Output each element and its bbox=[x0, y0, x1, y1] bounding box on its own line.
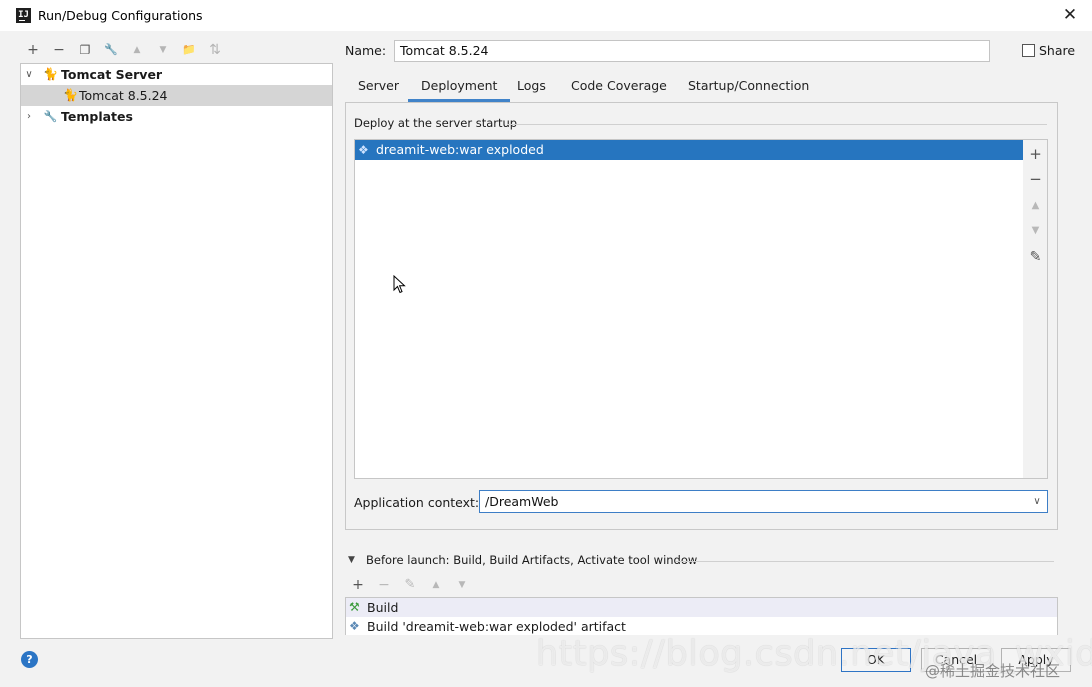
artifact-icon: ❖ bbox=[349, 619, 360, 633]
tab-logs[interactable]: Logs bbox=[504, 70, 559, 102]
tab-code-coverage[interactable]: Code Coverage bbox=[558, 70, 680, 102]
edit-artifact-button[interactable]: ✎ bbox=[1023, 247, 1048, 267]
list-item-label: Build 'dreamit-web:war exploded' artifac… bbox=[367, 619, 626, 634]
group-divider bbox=[676, 561, 1054, 562]
before-launch-list: ⚒ Build ❖ Build 'dreamit-web:war explode… bbox=[345, 597, 1058, 635]
copy-configuration-button[interactable]: ❐ bbox=[76, 41, 94, 59]
help-button[interactable]: ? bbox=[21, 651, 38, 668]
remove-configuration-button[interactable]: − bbox=[50, 41, 68, 59]
move-up-button[interactable]: ▲ bbox=[128, 41, 146, 59]
sort-button[interactable]: ⇅ bbox=[206, 41, 224, 59]
move-down-artifact-button[interactable]: ▼ bbox=[1023, 221, 1048, 241]
configuration-tree: ∨ 🐈 Tomcat Server 🐈 Tomcat 8.5.24 › 🔧 Te… bbox=[20, 63, 333, 639]
before-launch-title: Before launch: Build, Build Artifacts, A… bbox=[366, 553, 698, 567]
list-item-artifact[interactable]: ❖ dreamit-web:war exploded bbox=[355, 140, 1023, 160]
tab-server[interactable]: Server bbox=[345, 70, 412, 102]
tree-item-label: Templates bbox=[61, 109, 133, 124]
edit-task-button[interactable]: ✎ bbox=[401, 576, 419, 594]
edit-defaults-button[interactable]: 🔧 bbox=[102, 41, 120, 59]
list-item-build[interactable]: ⚒ Build bbox=[346, 598, 1057, 617]
app-context-label: Application context: bbox=[354, 495, 480, 510]
move-up-artifact-button[interactable]: ▲ bbox=[1023, 196, 1048, 216]
group-divider bbox=[507, 124, 1047, 125]
app-context-combobox[interactable]: /DreamWeb bbox=[479, 490, 1048, 513]
mouse-cursor-icon bbox=[393, 275, 406, 294]
tree-item-tomcat-server[interactable]: ∨ 🐈 Tomcat Server bbox=[21, 64, 332, 85]
add-configuration-button[interactable]: + bbox=[24, 41, 42, 59]
tab-startup-connection[interactable]: Startup/Connection bbox=[675, 70, 822, 102]
share-checkbox[interactable] bbox=[1022, 44, 1035, 57]
tomcat-icon: 🐈 bbox=[63, 88, 78, 102]
tree-item-templates[interactable]: › 🔧 Templates bbox=[21, 106, 332, 127]
list-item-label: dreamit-web:war exploded bbox=[376, 142, 544, 157]
window-title: Run/Debug Configurations bbox=[38, 8, 203, 23]
remove-artifact-button[interactable]: − bbox=[1023, 169, 1048, 189]
hammer-icon: ⚒ bbox=[349, 600, 360, 614]
list-item-build-artifact[interactable]: ❖ Build 'dreamit-web:war exploded' artif… bbox=[346, 617, 1057, 635]
move-down-task-button[interactable]: ▼ bbox=[453, 576, 471, 594]
move-down-button[interactable]: ▼ bbox=[154, 41, 172, 59]
close-window-button[interactable]: ✕ bbox=[1060, 4, 1080, 26]
watermark-site: @稀土掘金技术社区 bbox=[925, 662, 1061, 680]
move-up-task-button[interactable]: ▲ bbox=[427, 576, 445, 594]
remove-task-button[interactable]: − bbox=[375, 576, 393, 594]
chevron-down-icon[interactable]: ∨ bbox=[1030, 491, 1044, 512]
tree-item-label: Tomcat 8.5.24 bbox=[79, 88, 168, 103]
name-label: Name: bbox=[345, 43, 387, 58]
name-input[interactable]: Tomcat 8.5.24 bbox=[394, 40, 990, 62]
tomcat-icon: 🐈 bbox=[43, 67, 58, 81]
collapse-triangle-icon[interactable]: ▼ bbox=[348, 555, 355, 565]
chevron-down-icon[interactable]: ∨ bbox=[23, 64, 35, 85]
chevron-right-icon[interactable]: › bbox=[23, 106, 35, 127]
list-item-label: Build bbox=[367, 600, 399, 615]
wrench-icon: 🔧 bbox=[43, 110, 58, 123]
deploy-group-title: Deploy at the server startup bbox=[354, 116, 518, 130]
artifact-icon: ❖ bbox=[358, 143, 369, 157]
add-task-button[interactable]: + bbox=[349, 576, 367, 594]
tree-item-label: Tomcat Server bbox=[61, 67, 163, 82]
deployment-side-toolbar: + − ▲ ▼ ✎ bbox=[1023, 139, 1048, 479]
deployment-list: ❖ dreamit-web:war exploded bbox=[354, 139, 1024, 479]
intellij-app-icon: IJ bbox=[16, 8, 31, 23]
folder-button[interactable]: 📁 bbox=[180, 41, 198, 59]
add-artifact-button[interactable]: + bbox=[1023, 144, 1048, 164]
tab-deployment[interactable]: Deployment bbox=[408, 70, 511, 102]
share-label[interactable]: Share bbox=[1039, 43, 1075, 58]
tree-item-tomcat-8-5-24[interactable]: 🐈 Tomcat 8.5.24 bbox=[21, 85, 332, 106]
